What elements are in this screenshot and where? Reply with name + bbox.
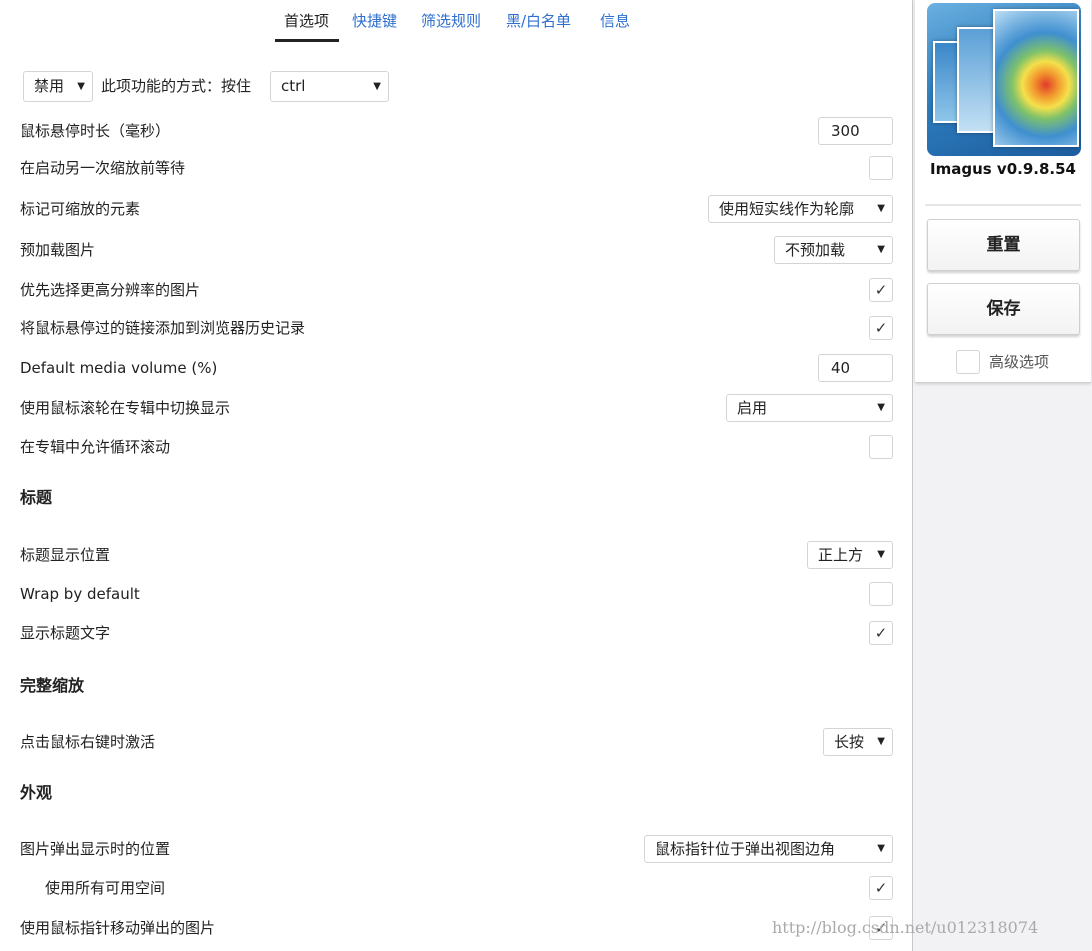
setting-label: Wrap by default	[20, 585, 140, 603]
options-panel: 首选项 快捷键 筛选规则 黑/白名单 信息 禁用 ▼ 此项功能的方式：按住 ct…	[0, 0, 913, 951]
setting-label: Default media volume (%)	[20, 359, 218, 377]
setting-album-loop: 在专辑中允许循环滚动	[20, 432, 893, 462]
section-appearance-heading: 外观	[20, 783, 53, 802]
chevron-down-icon: ▼	[877, 244, 885, 255]
advanced-options-label: 高级选项	[989, 353, 1050, 371]
tab-filter-rules[interactable]: 筛选规则	[421, 10, 481, 32]
check-icon: ✓	[874, 281, 888, 299]
chevron-down-icon: ▼	[877, 203, 885, 214]
setting-use-all-space: 使用所有可用空间 ✓	[20, 873, 893, 903]
activation-mode-select[interactable]: 禁用 ▼	[23, 71, 93, 102]
tab-preferences[interactable]: 首选项	[284, 10, 329, 32]
activation-mode-value: 禁用	[34, 77, 65, 95]
setting-label: 使用鼠标指针移动弹出的图片	[20, 919, 216, 937]
right-click-select[interactable]: 长按 ▼	[823, 728, 893, 756]
select-value: 启用	[737, 399, 768, 417]
setting-label: 标记可缩放的元素	[20, 200, 141, 218]
check-icon: ✓	[874, 624, 888, 642]
setting-caption-position: 标题显示位置 正上方 ▼	[20, 540, 893, 570]
wheel-album-select[interactable]: 启用 ▼	[726, 394, 893, 422]
watermark: http://blog.csdn.net/u012318074	[772, 918, 1039, 937]
activation-row: 禁用 ▼ 此项功能的方式：按住 ctrl ▼	[23, 71, 903, 102]
setting-media-volume: Default media volume (%) 40	[20, 353, 893, 383]
preload-select[interactable]: 不预加载 ▼	[774, 236, 893, 264]
save-button[interactable]: 保存	[927, 283, 1080, 335]
caption-position-select[interactable]: 正上方 ▼	[807, 541, 893, 569]
album-loop-checkbox[interactable]	[869, 435, 893, 459]
reset-button[interactable]: 重置	[927, 219, 1080, 271]
activation-label: 此项功能的方式：按住	[101, 77, 252, 95]
select-value: 使用短实线作为轮廓	[719, 200, 855, 218]
show-caption-checkbox[interactable]: ✓	[869, 621, 893, 645]
logo-card	[993, 9, 1079, 147]
setting-wrap-default: Wrap by default	[20, 579, 893, 609]
setting-show-caption: 显示标题文字 ✓	[20, 618, 893, 648]
use-all-space-checkbox[interactable]: ✓	[869, 876, 893, 900]
chevron-down-icon: ▼	[877, 549, 885, 560]
active-tab-indicator	[275, 39, 339, 42]
popup-position-select[interactable]: 鼠标指针位于弹出视图边角 ▼	[644, 835, 893, 863]
check-icon: ✓	[874, 879, 888, 897]
activation-key-select[interactable]: ctrl ▼	[270, 71, 389, 102]
setting-label: 标题显示位置	[20, 546, 111, 564]
setting-label: 图片弹出显示时的位置	[20, 840, 171, 858]
select-value: 鼠标指针位于弹出视图边角	[655, 840, 836, 858]
chevron-down-icon: ▼	[373, 81, 381, 92]
tab-info[interactable]: 信息	[600, 10, 630, 32]
mark-zoomable-select[interactable]: 使用短实线作为轮廓 ▼	[708, 195, 893, 223]
tab-bar: 首选项 快捷键 筛选规则 黑/白名单 信息	[0, 0, 913, 44]
section-caption-heading: 标题	[20, 488, 53, 507]
divider	[925, 204, 1081, 206]
chevron-down-icon: ▼	[877, 402, 885, 413]
history-checkbox[interactable]: ✓	[869, 316, 893, 340]
tab-blacklist[interactable]: 黑/白名单	[506, 10, 571, 32]
sidebar: Imagus v0.9.8.54 重置 保存 高级选项	[915, 0, 1091, 383]
tab-shortcuts[interactable]: 快捷键	[352, 10, 397, 32]
app-version: Imagus v0.9.8.54	[930, 160, 1076, 178]
setting-label: 优先选择更高分辨率的图片	[20, 281, 201, 299]
hover-delay-input[interactable]: 300	[818, 117, 893, 145]
setting-move-popup: 使用鼠标指针移动弹出的图片 ✓	[20, 913, 893, 943]
imagus-logo	[927, 3, 1081, 156]
media-volume-input[interactable]: 40	[818, 354, 893, 382]
activation-key-value: ctrl	[281, 77, 306, 95]
setting-label: 鼠标悬停时长（毫秒）	[20, 122, 171, 140]
chevron-down-icon: ▼	[77, 81, 85, 92]
setting-prefer-hi-res: 优先选择更高分辨率的图片 ✓	[20, 275, 893, 305]
setting-label: 预加载图片	[20, 241, 96, 259]
prefer-hi-res-checkbox[interactable]: ✓	[869, 278, 893, 302]
section-full-zoom-heading: 完整缩放	[20, 676, 85, 695]
setting-wheel-album: 使用鼠标滚轮在专辑中切换显示 启用 ▼	[20, 393, 893, 423]
setting-label: 将鼠标悬停过的链接添加到浏览器历史记录	[20, 319, 306, 337]
setting-label: 使用所有可用空间	[45, 879, 166, 897]
select-value: 长按	[834, 733, 865, 751]
select-value: 不预加载	[785, 241, 846, 259]
setting-label: 点击鼠标右键时激活	[20, 733, 156, 751]
setting-history: 将鼠标悬停过的链接添加到浏览器历史记录 ✓	[20, 313, 893, 343]
chevron-down-icon: ▼	[877, 736, 885, 747]
setting-right-click-activate: 点击鼠标右键时激活 长按 ▼	[20, 727, 893, 757]
check-icon: ✓	[874, 319, 888, 337]
chevron-down-icon: ▼	[877, 843, 885, 854]
setting-label: 使用鼠标滚轮在专辑中切换显示	[20, 399, 231, 417]
wrap-default-checkbox[interactable]	[869, 582, 893, 606]
advanced-options-checkbox[interactable]	[956, 350, 980, 374]
setting-label: 在启动另一次缩放前等待	[20, 159, 186, 177]
setting-label: 在专辑中允许循环滚动	[20, 438, 171, 456]
setting-preload: 预加载图片 不预加载 ▼	[20, 235, 893, 265]
setting-hover-delay: 鼠标悬停时长（毫秒） 300	[20, 116, 893, 146]
setting-mark-zoomable: 标记可缩放的元素 使用短实线作为轮廓 ▼	[20, 194, 893, 224]
select-value: 正上方	[818, 546, 864, 564]
setting-label: 显示标题文字	[20, 624, 111, 642]
wait-before-zoom-checkbox[interactable]	[869, 156, 893, 180]
setting-wait-before-zoom: 在启动另一次缩放前等待	[20, 153, 893, 183]
setting-popup-position: 图片弹出显示时的位置 鼠标指针位于弹出视图边角 ▼	[20, 834, 893, 864]
